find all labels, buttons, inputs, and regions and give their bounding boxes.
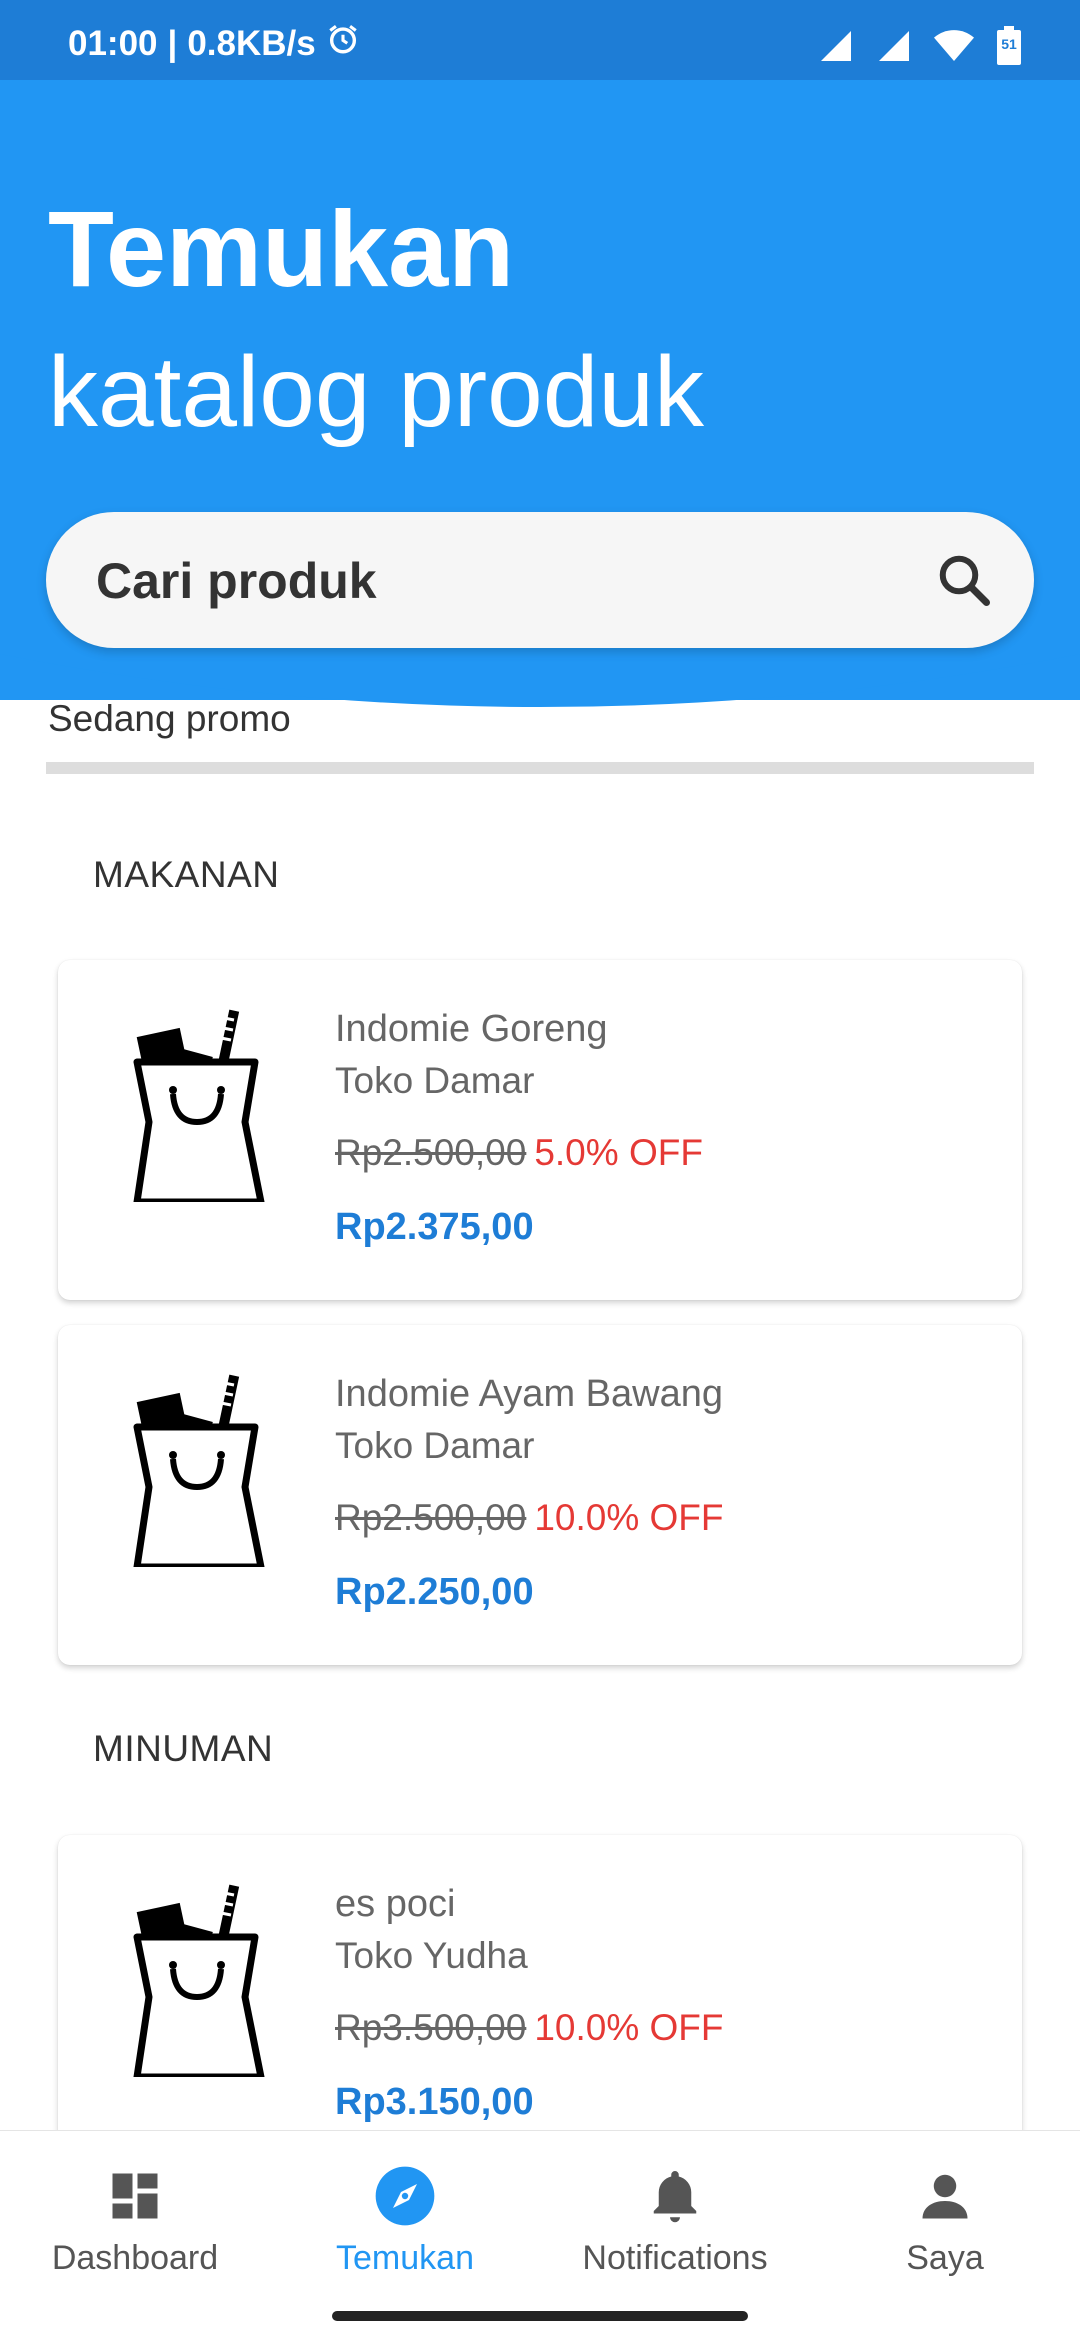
original-price: Rp3.500,00 [335,2007,527,2048]
wifi-icon [934,28,974,64]
search-icon[interactable] [934,550,994,615]
discount-label: 10.0% OFF [534,1497,724,1538]
price-line: Rp2.500,00 10.0% OFF [335,1497,724,1539]
product-card[interactable]: Indomie Ayam Bawang Toko Damar Rp2.500,0… [58,1325,1022,1665]
original-price: Rp2.500,00 [335,1497,527,1538]
product-card[interactable]: es poci Toko Yudha Rp3.500,00 10.0% OFF R… [58,1835,1022,2175]
nav-label-dashboard: Dashboard [51,2239,219,2277]
bottom-navigation: Dashboard Temukan Notifications Saya [0,2130,1080,2341]
promo-divider [46,762,1034,774]
product-shop: Toko Damar [335,1425,535,1466]
status-separator: | [167,23,178,63]
original-price: Rp2.500,00 [335,1132,527,1173]
product-name: Indomie Ayam Bawang [335,1373,723,1415]
dashboard-icon [0,2161,270,2231]
search-bar[interactable] [46,512,1034,650]
section-title-minuman: MINUMAN [93,1728,274,1769]
page-title: Temukan [48,188,515,309]
status-time: 01:00 [68,23,158,63]
product-name: es poci [335,1883,456,1925]
discounted-price: Rp3.150,00 [335,2081,534,2123]
product-name: Indomie Goreng [335,1008,608,1050]
nav-label-saya: Saya [906,2239,984,2277]
discounted-price: Rp2.375,00 [335,1206,534,1248]
status-right: 51 [818,26,1022,66]
nav-item-saya[interactable]: Saya [810,2161,1080,2278]
shopping-bag-icon [123,1367,269,1572]
signal-icon [818,28,854,64]
status-speed: 0.8KB/s [187,23,316,63]
signal-icon [876,28,912,64]
battery-icon: 51 [996,26,1022,66]
page-subtitle: katalog produk [48,336,705,448]
bell-icon [540,2161,810,2231]
nav-item-temukan[interactable]: Temukan [270,2161,540,2278]
discount-label: 10.0% OFF [534,2007,724,2048]
compass-icon [270,2161,540,2231]
nav-label-notifications: Notifications [582,2239,768,2277]
discount-label: 5.0% OFF [534,1132,703,1173]
section-title-makanan: MAKANAN [93,854,280,895]
home-indicator[interactable] [332,2311,748,2321]
shopping-bag-icon [123,1877,269,2082]
promo-label: Sedang promo [48,698,291,739]
battery-level: 51 [1001,36,1017,52]
shopping-bag-icon [123,1002,269,1207]
status-bar: 01:00 | 0.8KB/s 51 [0,0,1080,80]
product-shop: Toko Damar [335,1060,535,1101]
nav-item-notifications[interactable]: Notifications [540,2161,810,2278]
product-card[interactable]: Indomie Goreng Toko Damar Rp2.500,00 5.0%… [58,960,1022,1300]
alarm-icon [326,22,360,65]
product-shop: Toko Yudha [335,1935,528,1976]
price-line: Rp2.500,00 5.0% OFF [335,1132,703,1174]
search-input[interactable] [94,512,918,650]
status-left: 01:00 | 0.8KB/s [68,22,360,65]
person-icon [810,2161,1080,2231]
nav-item-dashboard[interactable]: Dashboard [0,2161,270,2278]
nav-label-temukan: Temukan [336,2239,474,2277]
price-line: Rp3.500,00 10.0% OFF [335,2007,724,2049]
discounted-price: Rp2.250,00 [335,1571,534,1613]
